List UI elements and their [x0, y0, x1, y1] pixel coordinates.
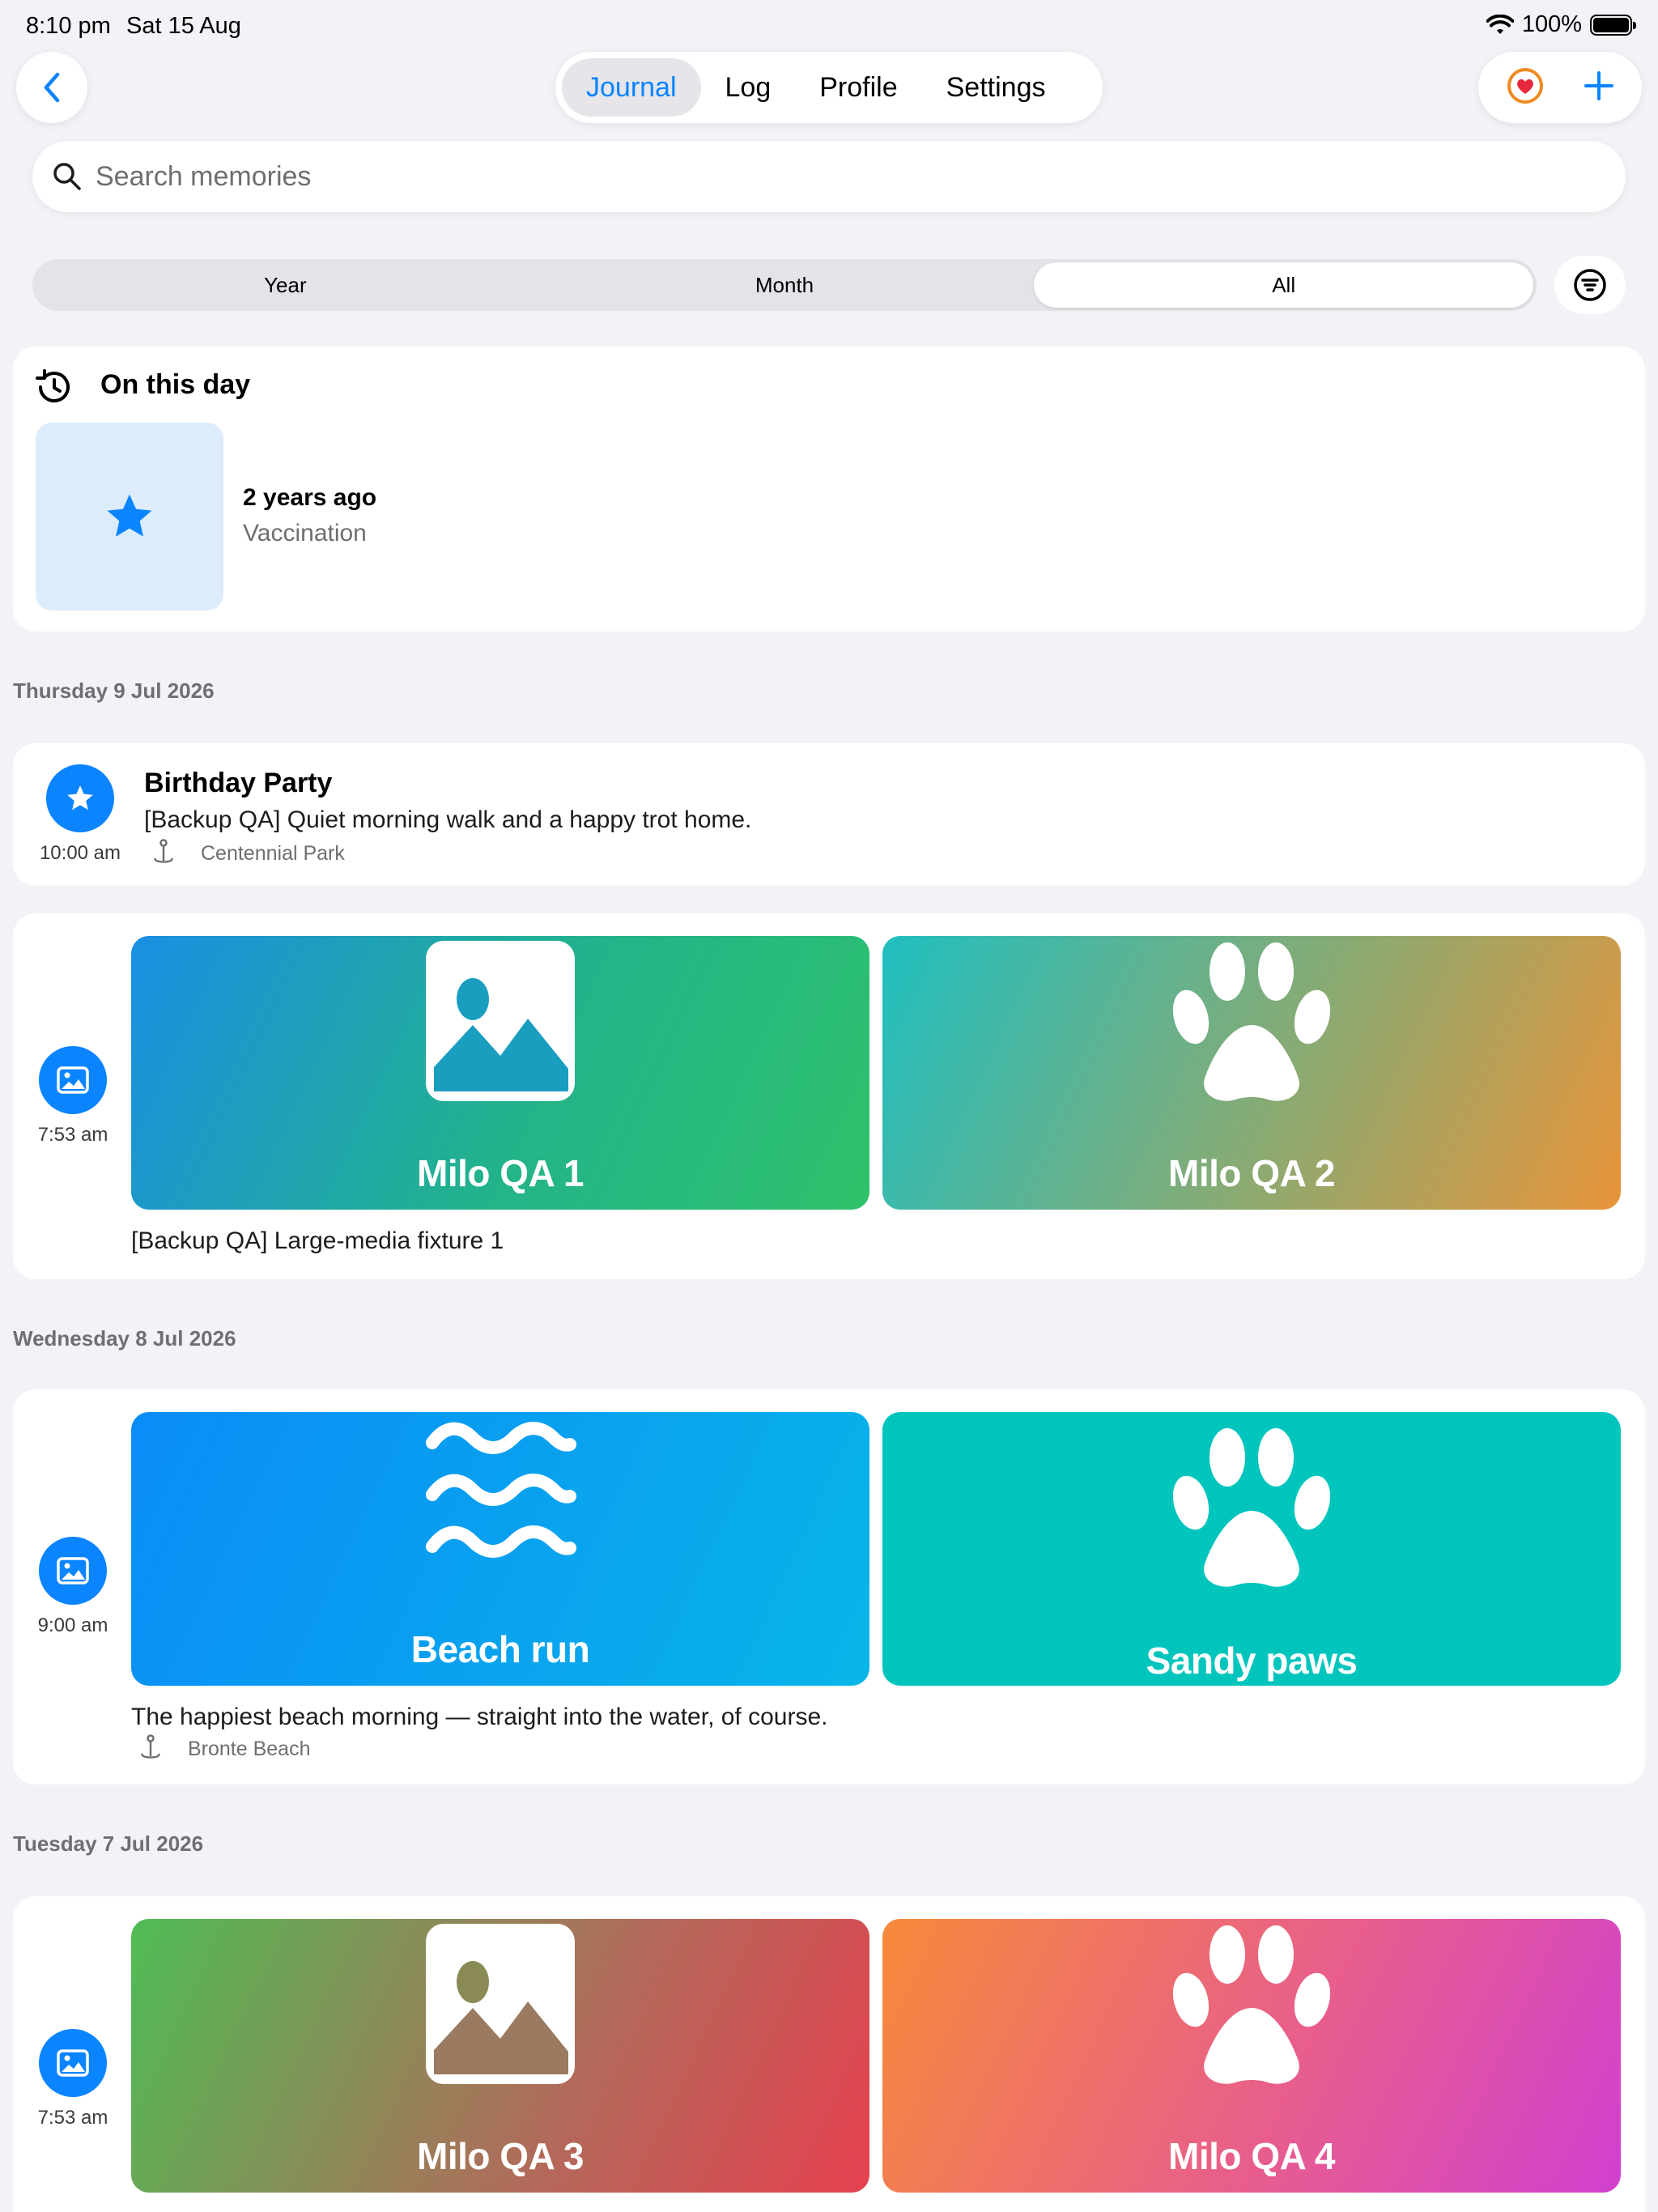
- status-date: Sat 15 Aug: [126, 13, 241, 39]
- search-icon: [53, 163, 81, 190]
- entry-time: 7:53 am: [37, 2107, 108, 2129]
- battery-icon: [1590, 14, 1636, 36]
- media-tile[interactable]: Milo QA 3: [131, 1919, 869, 2193]
- event-type-badge: [46, 764, 114, 832]
- paw-icon: [1172, 1428, 1331, 1587]
- date-header: Wednesday 8 Jul 2026: [13, 1326, 236, 1351]
- favorites-button[interactable]: [1506, 66, 1545, 109]
- photo-icon: [426, 941, 575, 1101]
- media-tile[interactable]: Sandy paws: [882, 1412, 1621, 1686]
- period-segmented-control: Year Month All: [32, 259, 1537, 311]
- entry-text: [Backup QA] Large-media fixture 1: [131, 1227, 504, 1254]
- battery-percent: 100%: [1521, 11, 1582, 37]
- media-tile[interactable]: Milo QA 4: [882, 1919, 1621, 2193]
- segment-all[interactable]: All: [1034, 262, 1534, 308]
- plus-icon: [1584, 70, 1613, 100]
- entry-time-column: 7:53 am: [24, 2029, 121, 2129]
- photo-type-badge: [39, 1537, 107, 1605]
- memory-thumbnail[interactable]: [36, 423, 223, 610]
- heart-icon: [1507, 67, 1543, 104]
- chevron-left-icon: [44, 72, 60, 103]
- media-caption: Milo QA 3: [417, 2135, 584, 2177]
- tab-settings[interactable]: Settings: [922, 58, 1070, 117]
- media-tile[interactable]: Beach run: [131, 1412, 869, 1686]
- photo-icon: [57, 2049, 89, 2077]
- media-caption: Beach run: [410, 1628, 590, 1670]
- paw-icon: [1172, 1925, 1331, 2084]
- media-caption: Milo QA 4: [1168, 2135, 1335, 2177]
- media-caption: Milo QA 1: [417, 1152, 584, 1194]
- location-label: Bronte Beach: [188, 1737, 311, 1760]
- tab-journal[interactable]: Journal: [562, 58, 701, 117]
- entry-time-column: 10:00 am: [32, 764, 128, 865]
- date-header: Thursday 9 Jul 2026: [13, 678, 215, 703]
- paw-icon: [1172, 942, 1331, 1101]
- entry-location[interactable]: Centennial Park: [151, 839, 345, 868]
- photo-icon: [57, 1557, 89, 1585]
- status-time: 8:10 pm: [26, 13, 111, 39]
- main-tab-bar: Journal Log Profile Settings: [555, 52, 1103, 123]
- tab-profile[interactable]: Profile: [795, 58, 921, 117]
- entry-time: 9:00 am: [37, 1614, 108, 1636]
- map-pin-icon: [154, 839, 173, 863]
- back-button[interactable]: [16, 52, 87, 123]
- filter-icon: [1574, 269, 1606, 301]
- photo-icon: [57, 1066, 89, 1094]
- photo-type-badge: [39, 2029, 107, 2097]
- segment-month[interactable]: Month: [535, 262, 1035, 308]
- tab-log[interactable]: Log: [701, 58, 796, 117]
- star-icon: [67, 785, 93, 810]
- segment-year[interactable]: Year: [36, 262, 535, 308]
- entry-location[interactable]: Bronte Beach: [138, 1734, 311, 1763]
- entry-time: 7:53 am: [37, 1124, 108, 1146]
- waves-icon: [426, 1422, 576, 1558]
- history-icon: [31, 364, 76, 414]
- map-pin-icon: [141, 1734, 160, 1759]
- memory-title: Vaccination: [243, 520, 367, 547]
- entry-text: The happiest beach morning — straight in…: [131, 1704, 828, 1730]
- entry-title: Birthday Party: [144, 768, 333, 798]
- entry-time-column: 9:00 am: [24, 1537, 121, 1637]
- media-caption: Milo QA 2: [1168, 1152, 1335, 1194]
- media-caption: Sandy paws: [1146, 1640, 1358, 1682]
- filter-button[interactable]: [1554, 256, 1626, 314]
- search-bar[interactable]: Search memories: [32, 141, 1626, 212]
- entry-time: 10:00 am: [39, 842, 121, 864]
- star-icon: [107, 494, 152, 537]
- date-header: Tuesday 7 Jul 2026: [13, 1831, 204, 1856]
- photo-icon: [426, 1924, 575, 2084]
- on-this-day-title: On this day: [100, 369, 251, 400]
- entry-text: [Backup QA] Quiet morning walk and a hap…: [144, 806, 752, 833]
- media-tile[interactable]: Milo QA 1: [131, 936, 869, 1210]
- action-buttons: [1478, 52, 1642, 123]
- photo-type-badge: [39, 1046, 107, 1114]
- memory-when: 2 years ago: [243, 484, 377, 511]
- search-input[interactable]: Search memories: [96, 161, 311, 193]
- add-entry-button[interactable]: [1583, 70, 1615, 106]
- location-label: Centennial Park: [201, 841, 345, 865]
- media-tile[interactable]: Milo QA 2: [882, 936, 1621, 1210]
- wifi-icon: [1486, 14, 1514, 34]
- status-indicators: 100%: [1486, 11, 1636, 38]
- entry-time-column: 7:53 am: [24, 1046, 121, 1146]
